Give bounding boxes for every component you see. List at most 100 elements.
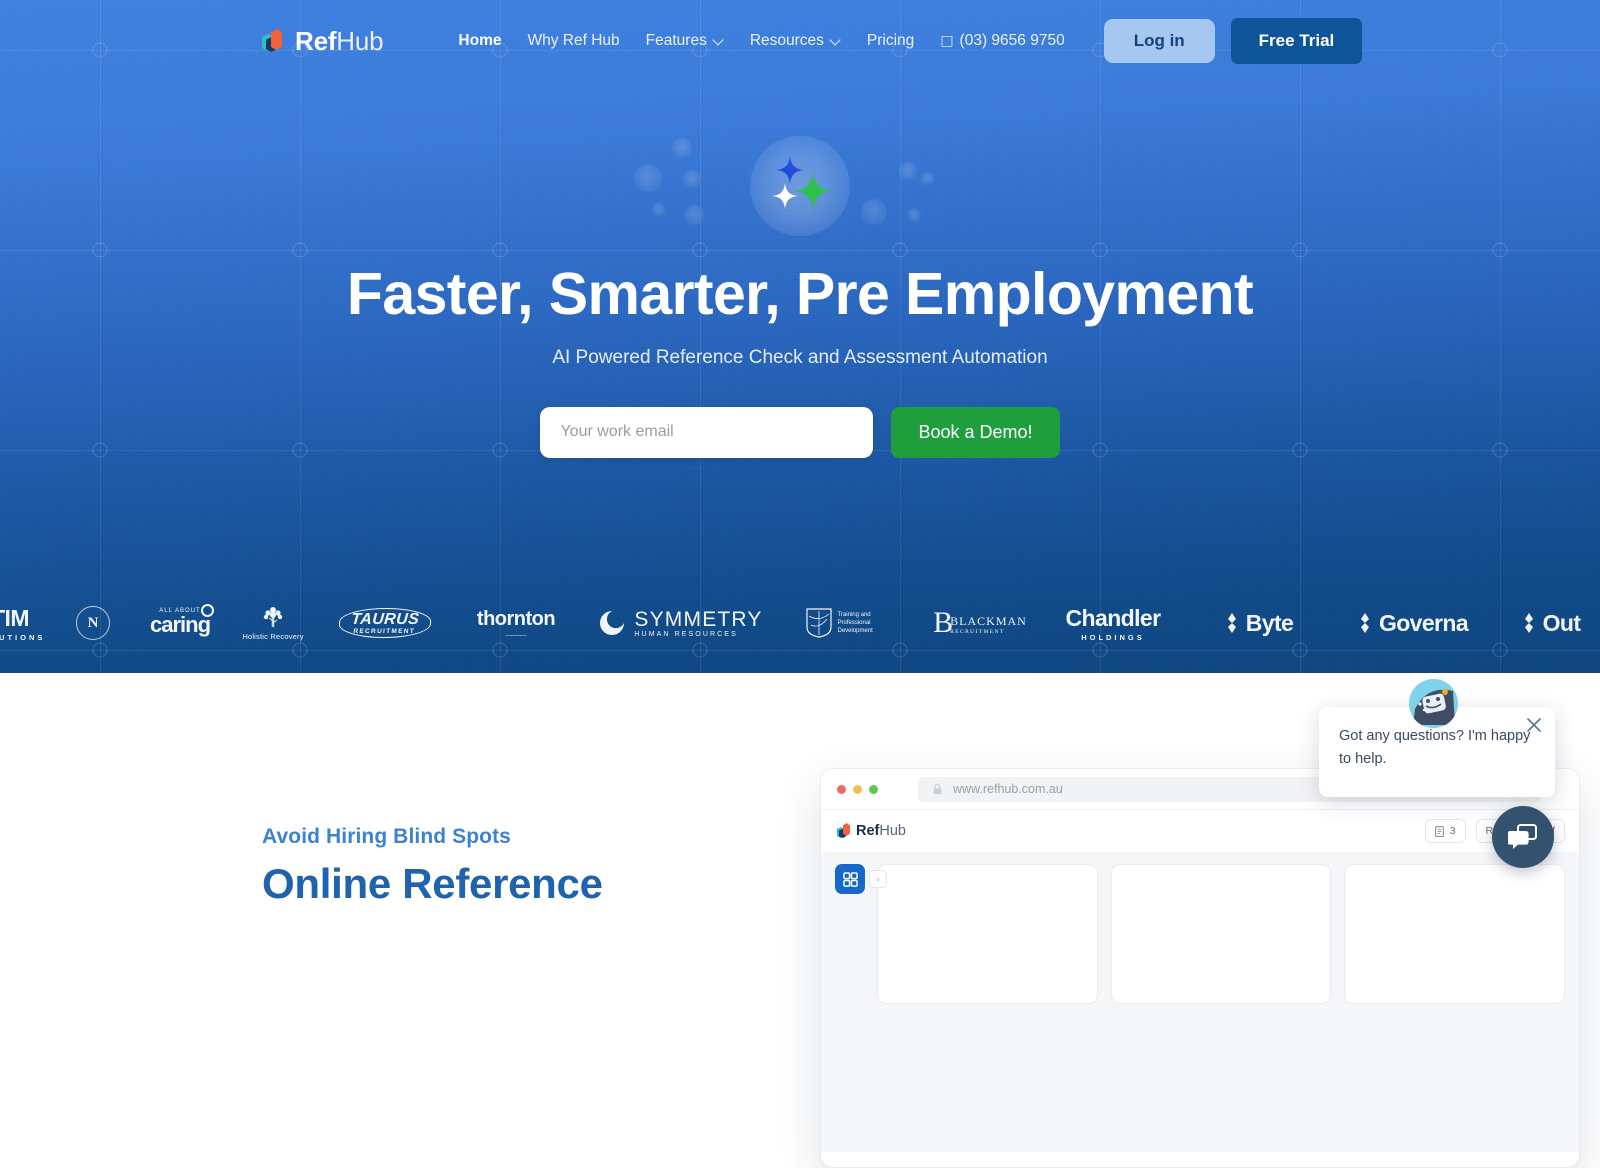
lock-icon <box>933 783 942 795</box>
logo-holistic-recovery[interactable]: Holistic Recovery <box>235 578 311 668</box>
logo-sub: SOLUTIONS <box>0 632 46 642</box>
logo-outl[interactable]: Out <box>1500 578 1600 668</box>
sparkle-green-icon <box>794 172 832 210</box>
hero-content: Faster, Smarter, Pre Employment AI Power… <box>0 82 1600 458</box>
nav-phone-label: (03) 9656 9750 <box>959 32 1065 49</box>
brand-wordmark: RefHub <box>295 25 384 57</box>
nav-link-label: Home <box>458 32 502 49</box>
mock-card[interactable] <box>877 864 1098 1004</box>
logo-sub: HOLDINGS <box>1081 632 1145 642</box>
client-logo-strip: TIMSOLUTIONS N ALL ABOUTcaring Holistic Rec… <box>0 578 1600 668</box>
nav-phone[interactable]: □ (03) 9656 9750 <box>927 24 1077 58</box>
logo-main: SYMMETRY <box>634 608 763 631</box>
nav-link-label: Resources <box>749 32 824 49</box>
mock-traffic-lights <box>837 784 878 794</box>
refhub-cube-logo-icon <box>262 28 286 54</box>
grid-dashboard-icon[interactable] <box>835 864 865 894</box>
nav-actions: Log in Free Trial <box>1103 18 1363 64</box>
nav-link-why-ref-hub[interactable]: Why Ref Hub <box>514 24 632 58</box>
hero-subheadline: AI Powered Reference Check and Assessmen… <box>552 346 1048 368</box>
logo-blackman-recruitment[interactable]: B BLACKMAN RECRUITMENT <box>930 578 1030 668</box>
mock-brand-part1: Ref <box>856 823 880 839</box>
sparkles-orb-icon <box>750 136 850 236</box>
mark-icon <box>1360 613 1369 633</box>
sparkle-white-icon <box>772 183 798 209</box>
nav-links: Home Why Ref Hub Features Resources Pricing <box>445 24 927 58</box>
mock-card[interactable] <box>1344 864 1566 1004</box>
mock-card-grid <box>877 864 1579 1152</box>
logo-training-professional-development[interactable]: Training and Professional Development <box>800 578 906 668</box>
logo-n-wellness[interactable]: N <box>65 578 121 668</box>
logo-main: Chandler <box>1065 604 1161 631</box>
mock-traffic-light <box>853 784 862 794</box>
logo-sub: HUMAN RESOURCES <box>634 631 738 638</box>
logo-main: Byte <box>1245 609 1294 636</box>
logo-main: TAURUS <box>350 611 420 628</box>
chat-greeting-message: Got any questions? I'm happy to help. <box>1339 728 1531 768</box>
logo-tim-solutions[interactable]: TIMSOLUTIONS <box>0 578 45 668</box>
logo-thornton[interactable]: thornton ——— <box>465 578 567 668</box>
logo-symmetry-hr[interactable]: SYMMETRY HUMAN RESOURCES <box>600 578 761 668</box>
nav-link-label: Why Ref Hub <box>527 32 620 49</box>
mark-icon <box>1524 613 1533 633</box>
mock-url-text: www.refhub.com.au <box>953 782 1063 796</box>
hero-section: RefHub Home Why Ref Hub Features Resources P… <box>0 0 1600 673</box>
section-heading-block: Avoid Hiring Blind Spots Online Referenc… <box>262 825 603 900</box>
chip-label: 3 <box>1449 825 1456 837</box>
nav-link-features[interactable]: Features <box>633 24 737 58</box>
logo-main: Out <box>1542 609 1581 636</box>
hero-headline: Faster, Smarter, Pre Employment <box>346 261 1254 327</box>
mock-app-body: › <box>821 852 1579 1152</box>
mock-traffic-light <box>837 784 846 794</box>
free-trial-button[interactable]: Free Trial <box>1230 18 1363 64</box>
hero-signup-form: Book a Demo! <box>540 406 1060 458</box>
crest-icon <box>805 608 832 638</box>
login-button[interactable]: Log in <box>1103 19 1215 63</box>
book-demo-button[interactable]: Book a Demo! <box>891 406 1060 458</box>
nav-link-home[interactable]: Home <box>445 24 514 58</box>
logo-taurus-recruitment[interactable]: TAURUS RECRUITMENT <box>337 578 433 668</box>
brand-logo[interactable]: RefHub <box>262 25 384 57</box>
nav-link-label: Pricing <box>866 32 915 49</box>
tree-icon <box>263 607 283 627</box>
credits-icon <box>1434 825 1444 837</box>
logo-main: Governa <box>1378 609 1469 636</box>
chip-credits[interactable]: 3 <box>1424 819 1466 843</box>
product-screenshot-mockup: www.refhub.com.au RefHub 3Remaining Ref … <box>820 768 1580 1168</box>
logo-all-about-caring[interactable]: ALL ABOUT caring <box>142 578 218 668</box>
section-title: Online Reference <box>262 860 603 900</box>
logo-main: BLACKMAN <box>950 614 1027 628</box>
mock-app-header: RefHub 3Remaining Ref <box>821 810 1579 852</box>
section-eyebrow: Avoid Hiring Blind Spots <box>262 825 511 848</box>
nav-link-resources[interactable]: Resources <box>737 24 854 58</box>
logo-sub: Training and Professional Development <box>837 611 873 635</box>
mock-card[interactable] <box>1110 864 1332 1004</box>
logo-byte[interactable]: Byte <box>1203 578 1313 668</box>
brand-part2: Hub <box>336 25 384 56</box>
logo-governa[interactable]: Governa <box>1349 578 1475 668</box>
logo-main: caring <box>149 612 211 638</box>
mock-brand-part2: Hub <box>879 823 906 839</box>
logo-chandler-holdings[interactable]: Chandler HOLDINGS <box>1045 578 1181 668</box>
mock-traffic-light <box>869 784 878 794</box>
chevron-down-icon <box>714 35 724 45</box>
swirl-icon <box>600 611 625 635</box>
mock-brand-logo: RefHub <box>837 823 906 839</box>
mock-sidebar-rail: › <box>821 864 887 1152</box>
close-icon[interactable] <box>1525 716 1543 734</box>
logo-main: TIM <box>0 604 30 631</box>
chat-bubble-icon[interactable] <box>1492 806 1554 868</box>
mock-refhub-cube-icon <box>837 823 851 839</box>
work-email-input[interactable] <box>540 406 874 458</box>
logo-main: thornton <box>476 607 556 630</box>
logo-sub: RECRUITMENT <box>950 629 1005 635</box>
logo-sub: RECRUITMENT <box>353 628 416 635</box>
phone-icon: □ <box>940 33 954 49</box>
chevron-right-icon[interactable]: › <box>869 870 887 888</box>
nav-link-label: Features <box>645 32 707 49</box>
mark-icon <box>1227 613 1236 633</box>
nav-link-pricing[interactable]: Pricing <box>854 24 927 58</box>
brand-part1: Ref <box>295 25 337 56</box>
chevron-down-icon <box>831 35 841 45</box>
main-navigation: RefHub Home Why Ref Hub Features Resources P… <box>0 0 1600 82</box>
